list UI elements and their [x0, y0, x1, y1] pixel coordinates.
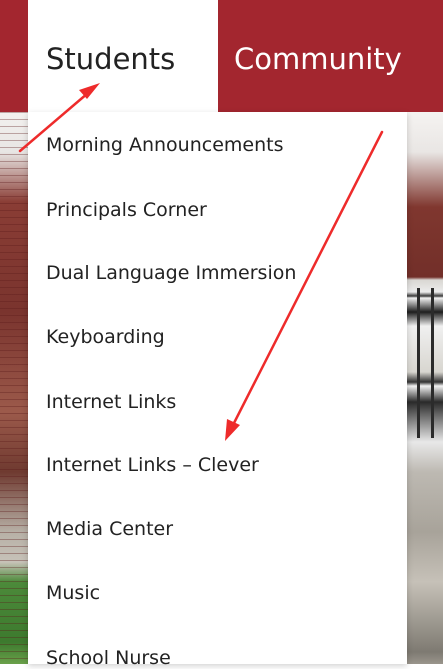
nav-bar-left-edge — [0, 0, 28, 112]
nav-item-students[interactable]: Students — [28, 0, 218, 112]
menu-item-morning-announcements[interactable]: Morning Announcements — [46, 134, 283, 156]
window-mullion — [431, 288, 434, 438]
menu-item-principals-corner[interactable]: Principals Corner — [46, 199, 207, 221]
menu-item-internet-links[interactable]: Internet Links — [46, 391, 176, 413]
hero-photo-left — [0, 112, 28, 664]
nav-item-community-label: Community — [234, 42, 402, 76]
menu-item-keyboarding[interactable]: Keyboarding — [46, 326, 165, 348]
hero-photo-right — [407, 112, 443, 664]
nav-item-community[interactable]: Community — [218, 0, 443, 112]
menu-item-internet-links-clever[interactable]: Internet Links – Clever — [46, 454, 259, 476]
students-dropdown-menu: Morning Announcements Principals Corner … — [28, 112, 407, 669]
menu-item-media-center[interactable]: Media Center — [46, 518, 173, 540]
menu-item-school-nurse[interactable]: School Nurse — [46, 647, 171, 669]
window-mullion — [417, 288, 420, 438]
menu-item-music[interactable]: Music — [46, 582, 100, 604]
nav-item-students-label: Students — [46, 42, 176, 76]
menu-item-dual-language-immersion[interactable]: Dual Language Immersion — [46, 262, 296, 284]
